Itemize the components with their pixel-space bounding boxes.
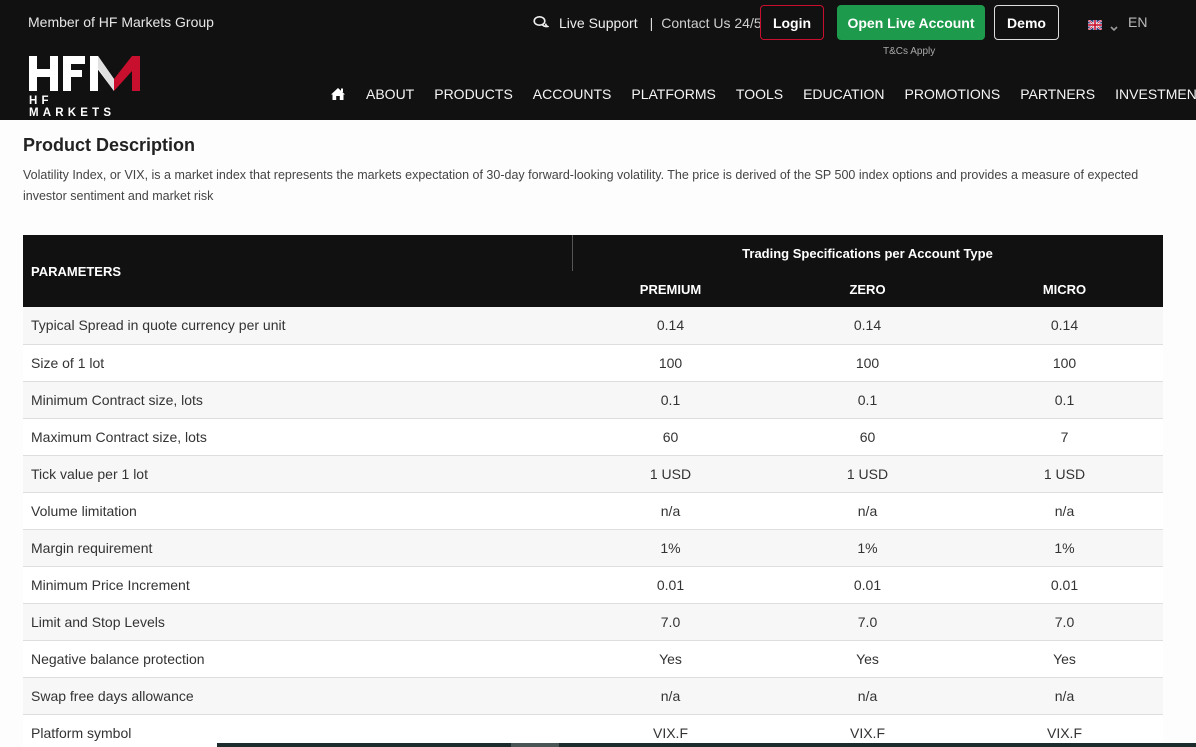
value-zero: 0.1 [769,381,966,419]
column-header-zero: ZERO [769,271,966,307]
value-zero: n/a [769,677,966,715]
chevron-down-icon [1110,19,1118,32]
value-micro: 0.01 [966,566,1163,604]
nav-item-about[interactable]: ABOUT [366,86,414,102]
column-header-micro: MICRO [966,271,1163,307]
parameter-label: Minimum Price Increment [23,566,572,604]
nav-item-education[interactable]: EDUCATION [803,86,884,102]
parameter-label: Negative balance protection [23,640,572,678]
hfm-logo-mark [29,56,140,91]
language-selector[interactable]: EN [1087,14,1148,32]
live-support-link[interactable]: Live Support [559,15,638,31]
table-row: Volume limitation n/a n/a n/a [23,492,1163,530]
logo-subtitle: HF MARKETS [29,95,116,119]
support-links: Live Support | Contact Us 24/5 [533,13,762,33]
login-button[interactable]: Login [760,5,824,40]
value-zero: 7.0 [769,603,966,641]
parameter-label: Maximum Contract size, lots [23,418,572,456]
value-micro: 7.0 [966,603,1163,641]
value-zero: 100 [769,344,966,382]
tcs-apply-link[interactable]: T&Cs Apply [883,46,935,57]
account-type-group-header: Trading Specifications per Account Type [572,235,1163,271]
parameters-header: PARAMETERS [23,235,572,307]
product-description-title: Product Description [23,135,196,155]
value-premium: 1 USD [572,455,769,493]
nav-item-tools[interactable]: TOOLS [736,86,783,102]
nav-item-accounts[interactable]: ACCOUNTS [533,86,612,102]
column-header-premium: PREMIUM [572,271,769,307]
value-zero: n/a [769,492,966,530]
value-micro: 0.14 [966,307,1163,345]
table-row: Minimum Price Increment 0.01 0.01 0.01 [23,566,1163,604]
value-micro: Yes [966,640,1163,678]
scrollbar-thumb[interactable] [511,743,559,747]
member-of-group-text: Member of HF Markets Group [28,14,214,30]
value-micro: 1% [966,529,1163,567]
value-micro: 100 [966,344,1163,382]
trading-specifications-table: PARAMETERS Trading Specifications per Ac… [23,235,1163,747]
nav-item-products[interactable]: PRODUCTS [434,86,513,102]
value-premium: 7.0 [572,603,769,641]
table-row: Swap free days allowance n/a n/a n/a [23,677,1163,715]
value-zero: Yes [769,640,966,678]
table-row: Size of 1 lot 100 100 100 [23,344,1163,382]
uk-flag-icon [1087,17,1103,31]
chat-bubbles-icon [533,15,551,31]
table-row: Margin requirement 1% 1% 1% [23,529,1163,567]
table-row: Negative balance protection Yes Yes Yes [23,640,1163,678]
nav-item-investments[interactable]: INVESTMENTS [1115,86,1196,102]
value-zero: 0.14 [769,307,966,345]
parameter-label: Size of 1 lot [23,344,572,382]
parameter-label: Typical Spread in quote currency per uni… [23,307,572,345]
table-row: Tick value per 1 lot 1 USD 1 USD 1 USD [23,455,1163,493]
value-micro: 1 USD [966,455,1163,493]
parameter-label: Tick value per 1 lot [23,455,572,493]
value-premium: Yes [572,640,769,678]
parameter-label: Limit and Stop Levels [23,603,572,641]
value-zero: 1% [769,529,966,567]
value-premium: 1% [572,529,769,567]
nav-item-promotions[interactable]: PROMOTIONS [905,86,1001,102]
parameter-label: Margin requirement [23,529,572,567]
value-zero: 1 USD [769,455,966,493]
separator: | [649,15,654,31]
site-header: Member of HF Markets Group Live Support … [0,0,1196,120]
parameter-label: Minimum Contract size, lots [23,381,572,419]
demo-button[interactable]: Demo [994,5,1059,40]
value-micro: 0.1 [966,381,1163,419]
hfm-logo[interactable]: HF MARKETS [28,55,142,119]
nav-item-platforms[interactable]: PLATFORMS [631,86,716,102]
value-premium: n/a [572,677,769,715]
table-row: Maximum Contract size, lots 60 60 7 [23,418,1163,456]
main-nav: ABOUT PRODUCTS ACCOUNTS PLATFORMS TOOLS … [330,86,1196,102]
value-micro: 7 [966,418,1163,456]
table-row: Limit and Stop Levels 7.0 7.0 7.0 [23,603,1163,641]
language-label: EN [1128,14,1148,30]
value-zero: 0.01 [769,566,966,604]
value-premium: 0.1 [572,381,769,419]
open-live-account-button[interactable]: Open Live Account [837,5,985,40]
value-zero: 60 [769,418,966,456]
home-icon[interactable] [330,87,346,101]
value-micro: n/a [966,492,1163,530]
nav-item-partners[interactable]: PARTNERS [1020,86,1095,102]
contact-us-link[interactable]: Contact Us 24/5 [661,15,761,31]
value-micro: n/a [966,677,1163,715]
table-body: Typical Spread in quote currency per uni… [23,307,1163,747]
value-premium: n/a [572,492,769,530]
parameter-label: Swap free days allowance [23,677,572,715]
product-description-text: Volatility Index, or VIX, is a market in… [23,168,1139,203]
parameter-label: Volume limitation [23,492,572,530]
table-row: Typical Spread in quote currency per uni… [23,307,1163,345]
horizontal-scrollbar[interactable] [217,743,1196,747]
value-premium: 0.14 [572,307,769,345]
value-premium: 60 [572,418,769,456]
value-premium: 100 [572,344,769,382]
value-premium: 0.01 [572,566,769,604]
table-row: Minimum Contract size, lots 0.1 0.1 0.1 [23,381,1163,419]
